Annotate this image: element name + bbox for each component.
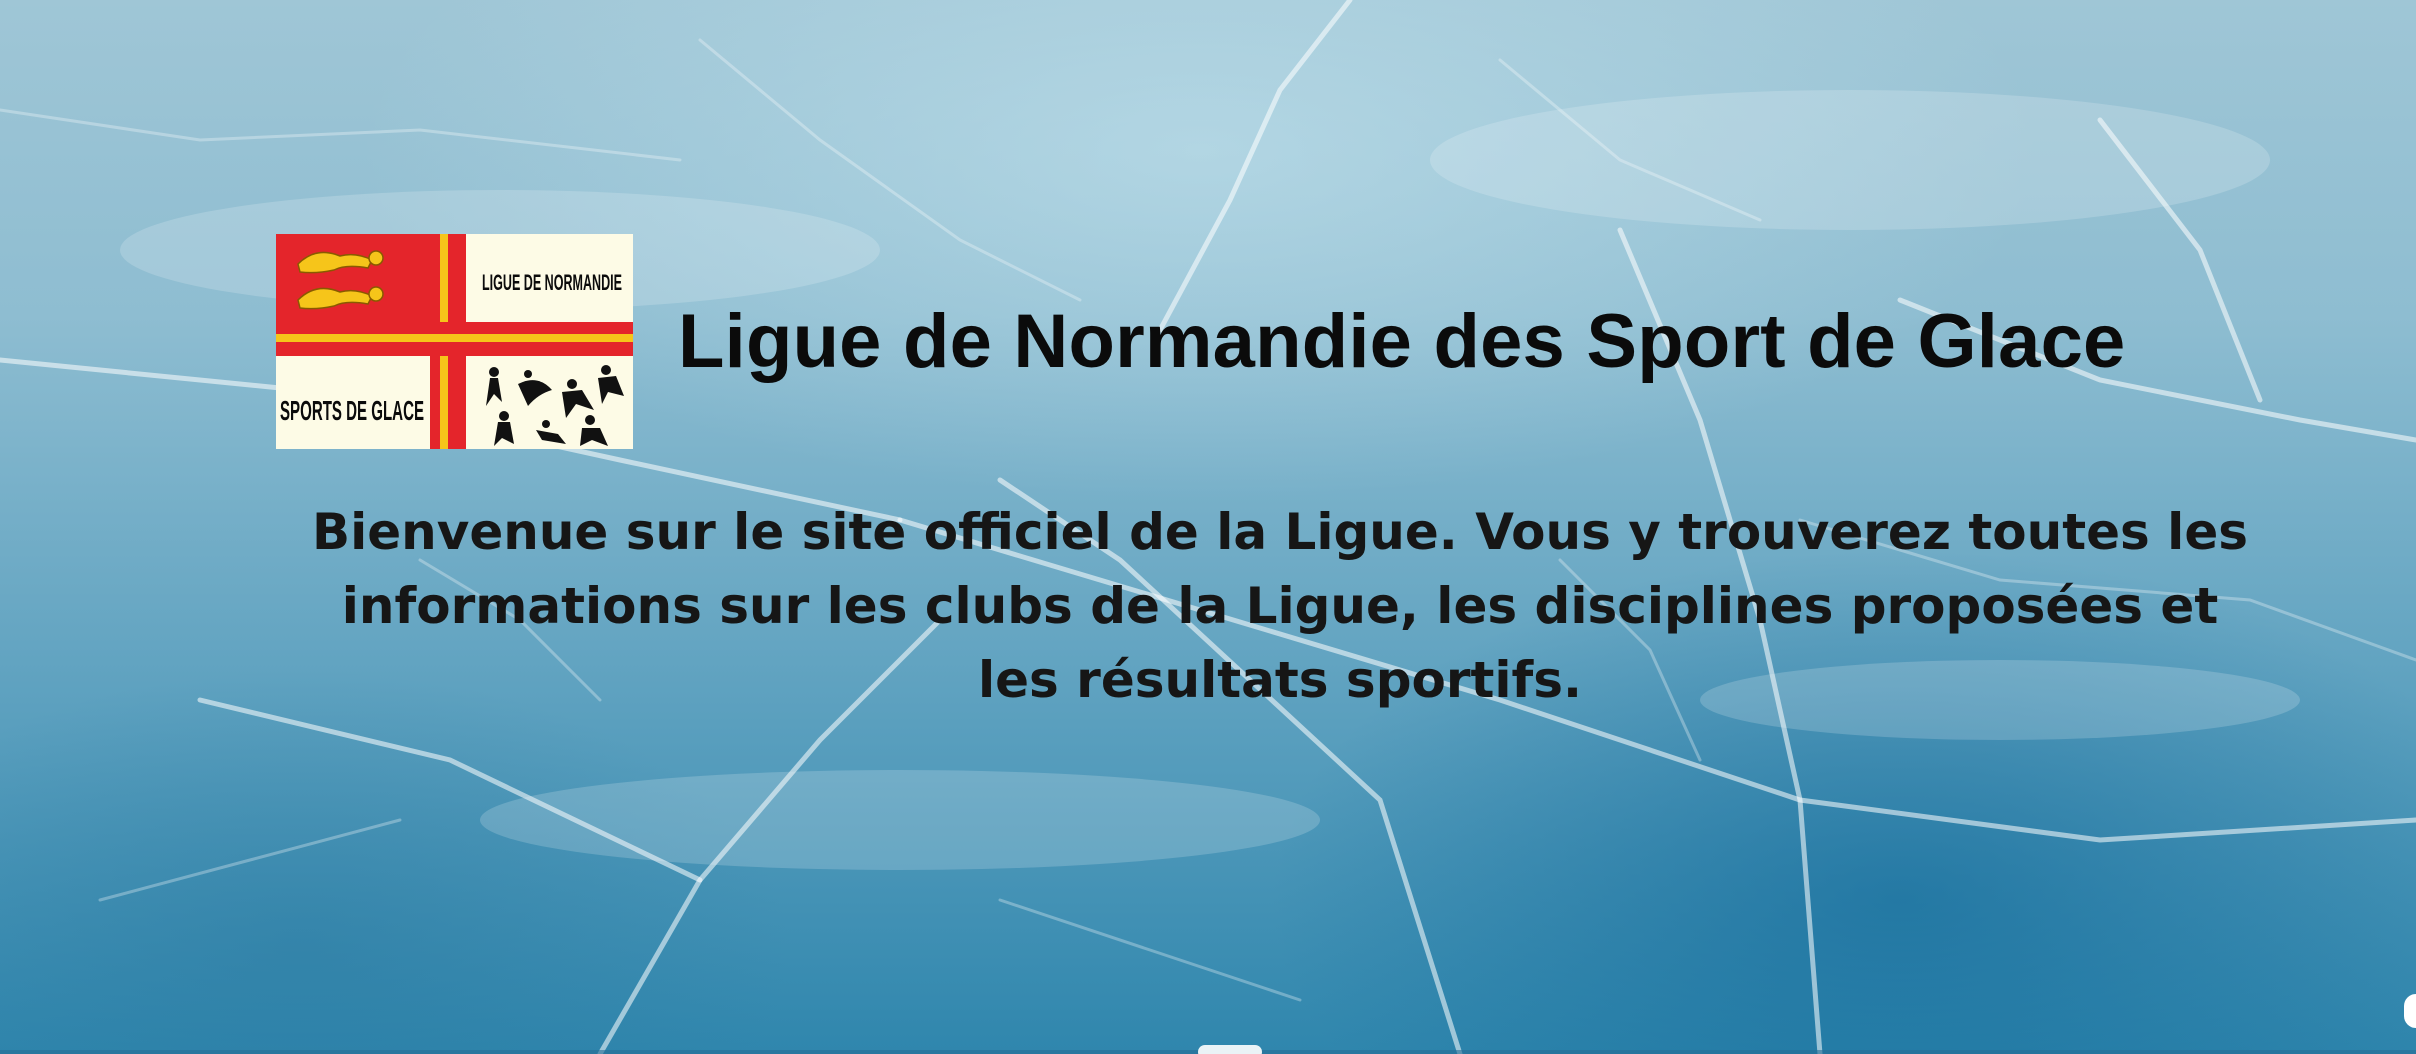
page-title: Ligue de Normandie des Sport de Glace [678, 299, 2126, 384]
hero-ice-background: LIGUE DE NORMANDIE SPORTS DE GLACE Ligue… [0, 0, 2416, 1054]
side-scroll-handle[interactable] [2404, 994, 2416, 1028]
logo-text-top: LIGUE DE NORMANDIE [482, 270, 622, 295]
logo-text-bottom: SPORTS DE GLACE [280, 395, 424, 426]
league-logo[interactable]: LIGUE DE NORMANDIE SPORTS DE GLACE [276, 234, 633, 449]
site-header: LIGUE DE NORMANDIE SPORTS DE GLACE Ligue… [276, 234, 2126, 449]
scroll-indicator[interactable] [1198, 1045, 1262, 1054]
intro-text: Bienvenue sur le site officiel de la Lig… [311, 503, 2248, 709]
